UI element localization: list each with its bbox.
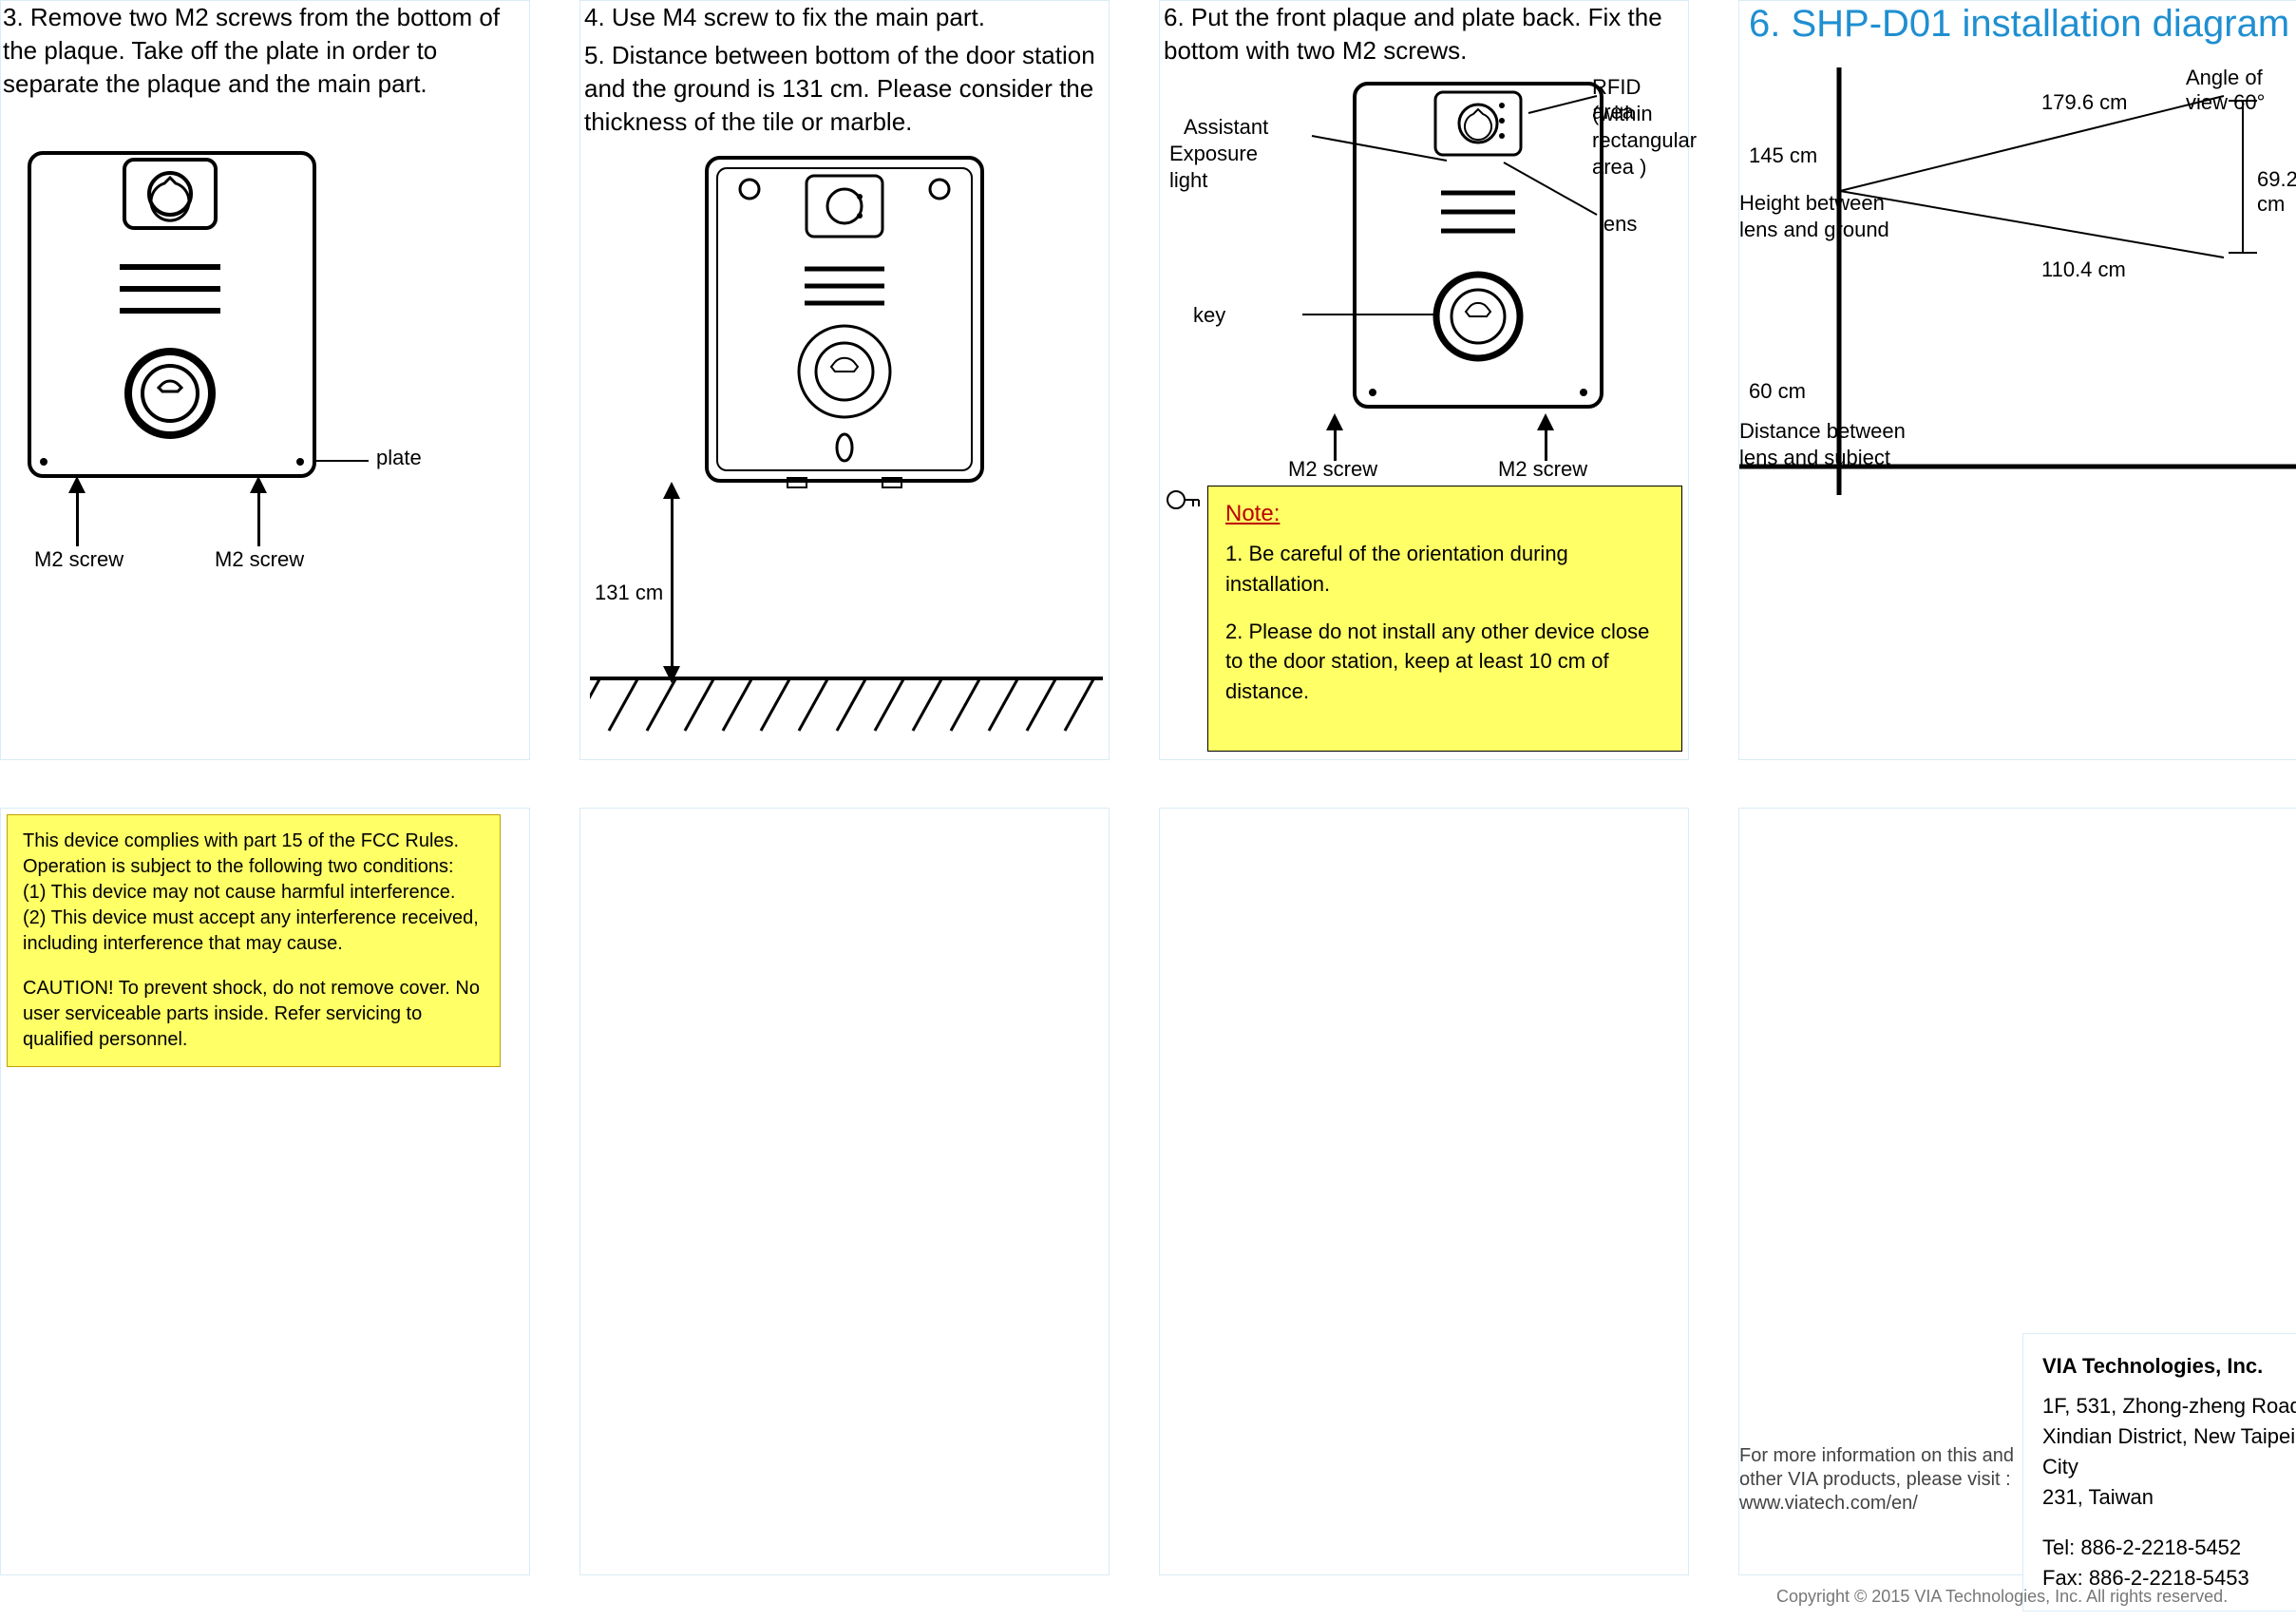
label-dtext2: lens and subject (1739, 446, 1890, 470)
visit-1: For more information on this and (1739, 1445, 2014, 1467)
label-assist2: Exposure (1169, 142, 1258, 166)
label-dtext1: Distance between (1739, 419, 1906, 444)
tel: Tel: 886-2-2218-5452 (2042, 1533, 2296, 1563)
diagram-title: 6. SHP-D01 installation diagram (1749, 3, 2289, 46)
key-icon (1165, 486, 1203, 514)
label-m2-right: M2 screw (215, 547, 304, 572)
dim-1796: 179.6 cm (2041, 90, 2128, 115)
ground-hatch (590, 674, 1103, 740)
fcc-line-3: (2) This device must accept any interfer… (23, 906, 484, 957)
copyright-line: Copyright © 2015 VIA Technologies, Inc. … (1776, 1587, 2228, 1607)
panel-fcc: This device complies with part 15 of the… (0, 808, 530, 1575)
label-m2-right-6: M2 screw (1498, 457, 1587, 482)
label-htext2: lens and ground (1739, 218, 1889, 242)
label-m2-left: M2 screw (34, 547, 123, 572)
label-htext1: Height between (1739, 191, 1885, 216)
label-60cm: 60 cm (1749, 379, 1806, 404)
note-title: Note: (1225, 498, 1664, 531)
address-box: VIA Technologies, Inc. 1F, 531, Zhong-zh… (2022, 1333, 2296, 1611)
addr-2: Xindian District, New Taipei City (2042, 1421, 2296, 1482)
panel-step6: 6. Put the front plaque and plate back. … (1159, 0, 1689, 760)
device-plate-illustration (15, 139, 357, 490)
panel-step3: 3. Remove two M2 screws from the bottom … (0, 0, 530, 760)
dim-692: 69.2 cm (2257, 167, 2296, 217)
panel-empty-2 (1159, 808, 1689, 1575)
panel-footer: For more information on this and other V… (1738, 808, 2296, 1575)
label-rfid-3: rectangular (1592, 128, 1697, 153)
step6-text: 6. Put the front plaque and plate back. … (1160, 1, 1698, 67)
note-item-2: 2. Please do not install any other devic… (1225, 617, 1664, 708)
note-item-1: 1. Be careful of the orientation during … (1225, 539, 1664, 600)
panel-empty-1 (579, 808, 1110, 1575)
dim-131cm: 131 cm (595, 581, 663, 605)
company-name: VIA Technologies, Inc. (2042, 1351, 2296, 1382)
installation-diagram (1739, 58, 2296, 552)
visit-3: www.viatech.com/en/ (1739, 1493, 1918, 1515)
fcc-line-2: (1) This device may not cause harmful in… (23, 880, 484, 906)
fcc-box: This device complies with part 15 of the… (7, 814, 501, 1067)
panel-step45: 4. Use M4 screw to fix the main part. 5.… (579, 0, 1110, 760)
step4-text: 4. Use M4 screw to fix the main part. (580, 1, 1118, 34)
device-front-illustration (1340, 69, 1616, 421)
label-145cm: 145 cm (1749, 143, 1817, 168)
label-lens: lens (1599, 212, 1637, 237)
step3-text: 3. Remove two M2 screws from the bottom … (1, 1, 535, 101)
step5-text: 5. Distance between bottom of the door s… (580, 39, 1118, 139)
label-plate: plate (376, 446, 422, 470)
label-key: key (1193, 303, 1225, 328)
addr-3: 231, Taiwan (2042, 1482, 2296, 1513)
note-box: Note: 1. Be careful of the orientation d… (1207, 486, 1682, 752)
fcc-line-1: This device complies with part 15 of the… (23, 829, 484, 880)
label-rfid-4: area ) (1592, 155, 1646, 180)
label-assist3: light (1169, 168, 1207, 193)
label-assist1: Assistant (1184, 115, 1268, 140)
panel-diagram: 6. SHP-D01 installation diagram Angle of… (1738, 0, 2296, 760)
label-m2-left-6: M2 screw (1288, 457, 1377, 482)
fcc-line-4: CAUTION! To prevent shock, do not remove… (23, 976, 484, 1053)
label-rfid-2: (within (1592, 102, 1653, 126)
label-angle: Angle of view 60° (2186, 66, 2296, 115)
addr-1: 1F, 531, Zhong-zheng Road, (2042, 1391, 2296, 1421)
visit-2: other VIA products, please visit : (1739, 1469, 2011, 1491)
device-main-illustration (693, 143, 996, 495)
dim-1104: 110.4 cm (2041, 257, 2126, 282)
